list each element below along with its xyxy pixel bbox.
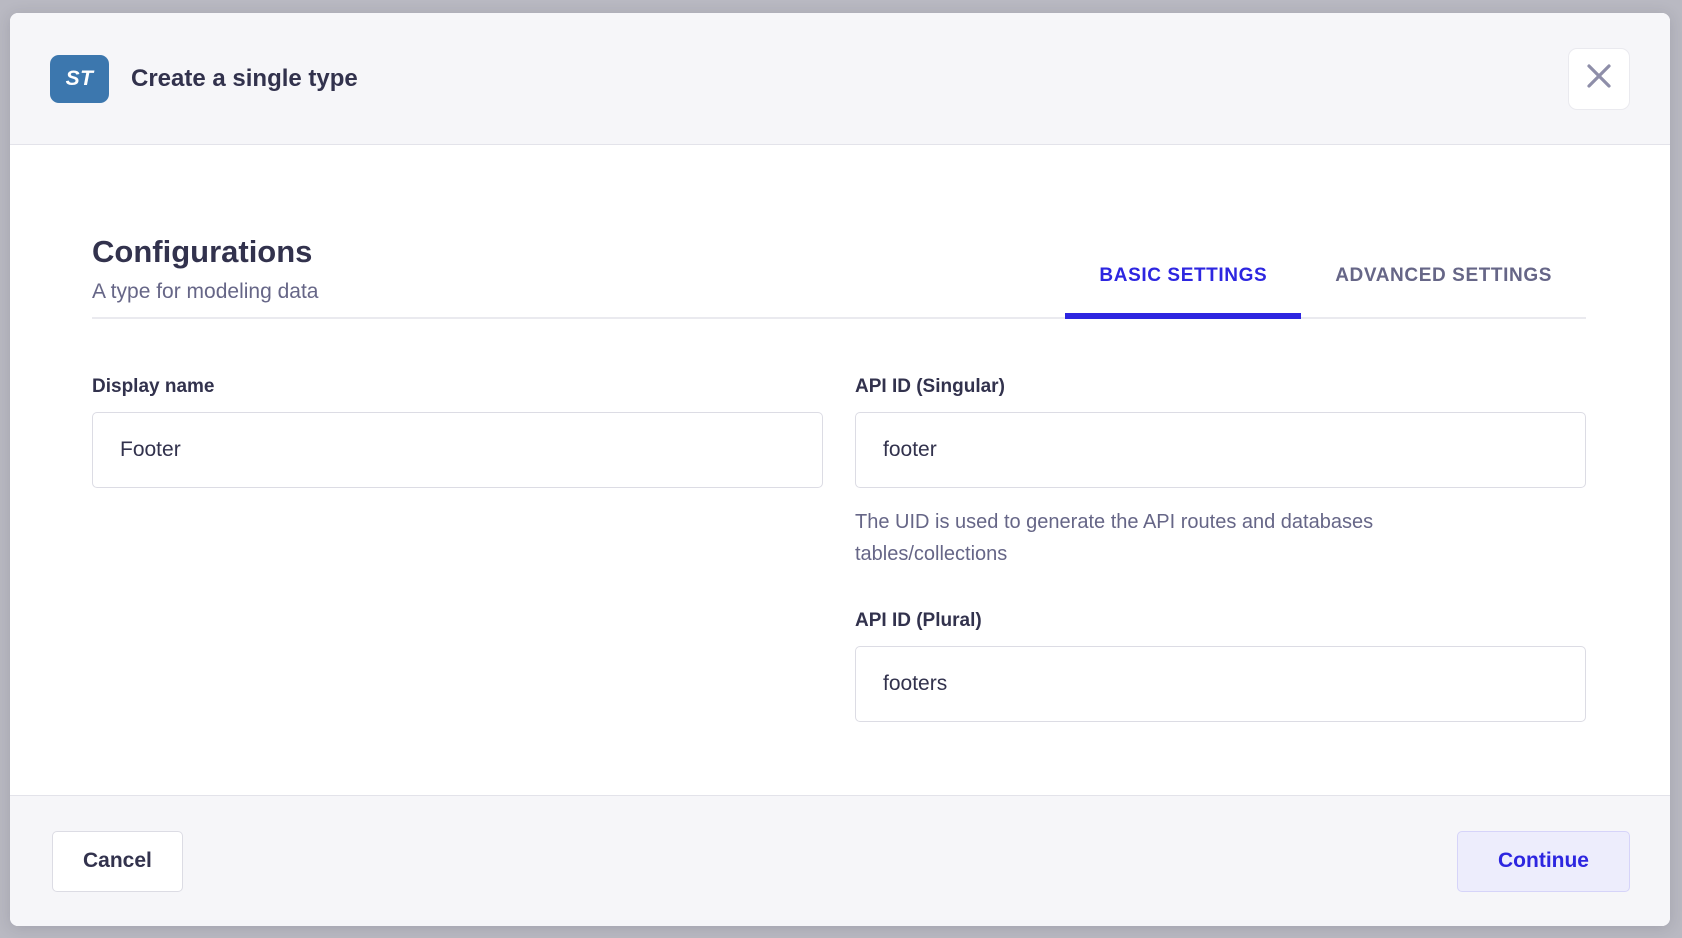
api-id-singular-input[interactable] <box>855 412 1586 488</box>
tab-advanced-settings[interactable]: ADVANCED SETTINGS <box>1301 265 1586 317</box>
form-column-left: Display name <box>92 376 823 722</box>
form-column-right: API ID (Singular) The UID is used to gen… <box>855 376 1586 722</box>
cancel-button[interactable]: Cancel <box>52 831 183 892</box>
close-icon <box>1586 63 1612 94</box>
api-id-singular-field-group: API ID (Singular) The UID is used to gen… <box>855 376 1586 570</box>
single-type-icon-label: ST <box>66 67 94 91</box>
modal-body: Configurations A type for modeling data … <box>10 145 1670 795</box>
modal-header: ST Create a single type <box>10 13 1670 145</box>
page-title: Configurations <box>92 235 1065 269</box>
tab-basic-settings-label: BASIC SETTINGS <box>1099 265 1267 286</box>
display-name-label: Display name <box>92 376 823 398</box>
modal-footer: Cancel Continue <box>10 795 1670 926</box>
display-name-input[interactable] <box>92 412 823 488</box>
single-type-icon: ST <box>50 55 109 103</box>
close-button[interactable] <box>1568 48 1630 110</box>
api-id-plural-input[interactable] <box>855 646 1586 722</box>
tab-advanced-settings-label: ADVANCED SETTINGS <box>1335 265 1552 286</box>
configurations-form: Display name API ID (Singular) The UID i… <box>92 376 1586 722</box>
api-id-plural-field-group: API ID (Plural) <box>855 610 1586 722</box>
continue-button[interactable]: Continue <box>1457 831 1630 892</box>
create-single-type-modal: ST Create a single type Configurations A… <box>10 13 1670 926</box>
tab-basic-settings[interactable]: BASIC SETTINGS <box>1065 265 1301 317</box>
settings-tabs: BASIC SETTINGS ADVANCED SETTINGS <box>1065 265 1586 317</box>
api-id-plural-label: API ID (Plural) <box>855 610 1586 632</box>
modal-title: Create a single type <box>131 65 1568 93</box>
api-id-singular-hint: The UID is used to generate the API rout… <box>855 506 1515 570</box>
configurations-titles: Configurations A type for modeling data <box>92 235 1065 317</box>
page-subtitle: A type for modeling data <box>92 280 1065 304</box>
display-name-field-group: Display name <box>92 376 823 488</box>
configurations-header: Configurations A type for modeling data … <box>92 235 1586 319</box>
api-id-singular-label: API ID (Singular) <box>855 376 1586 398</box>
